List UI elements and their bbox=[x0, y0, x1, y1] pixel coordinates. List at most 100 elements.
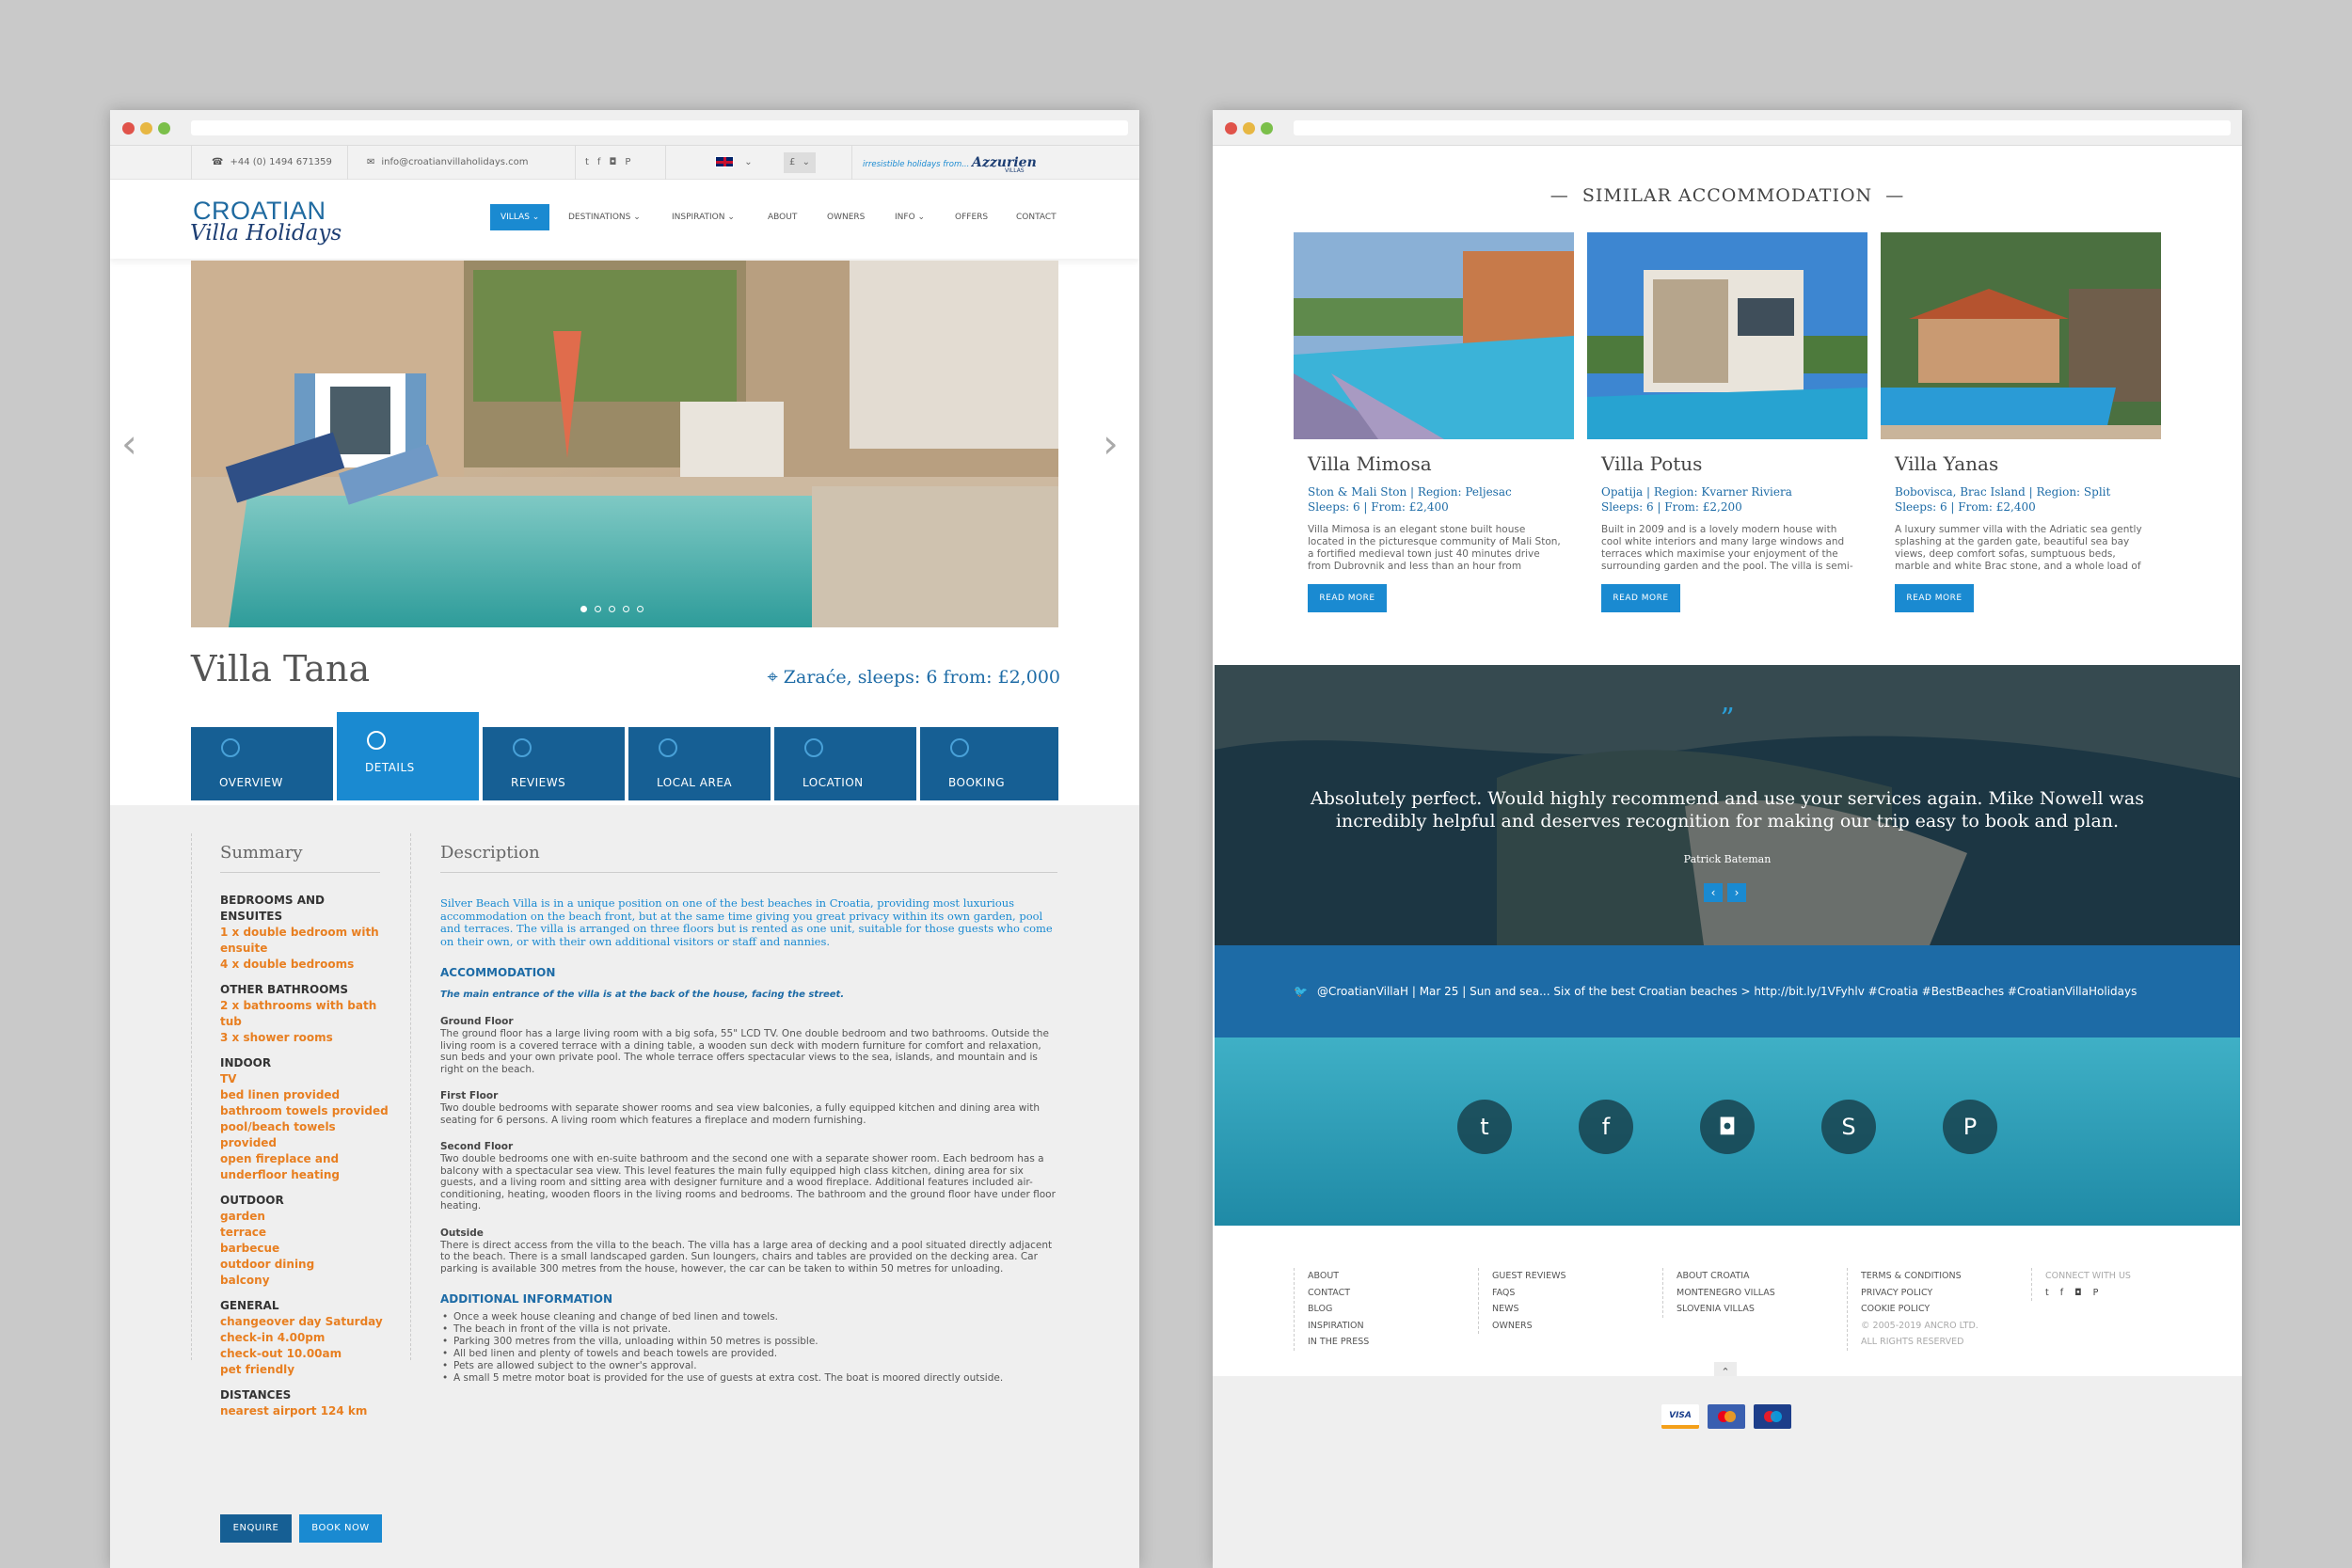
nav-contact[interactable]: CONTACT bbox=[1016, 204, 1057, 230]
facebook-icon[interactable]: f bbox=[1579, 1100, 1633, 1154]
nav-info[interactable]: INFO ⌄ bbox=[895, 204, 925, 230]
floor-text: There is direct access from the villa to… bbox=[440, 1239, 1053, 1275]
twitter-icon[interactable]: t bbox=[585, 157, 597, 167]
summary-value: barbecue bbox=[220, 1242, 280, 1255]
hero-dot[interactable] bbox=[580, 606, 587, 612]
pinterest-icon[interactable]: P bbox=[625, 157, 639, 167]
twitter-icon[interactable]: t bbox=[2045, 1288, 2060, 1298]
footer-link[interactable]: ABOUT bbox=[1308, 1268, 1369, 1285]
tab-details[interactable]: DETAILS bbox=[337, 712, 479, 800]
payment-methods: VISA bbox=[1213, 1376, 2242, 1568]
footer-link[interactable]: FAQS bbox=[1492, 1285, 1566, 1302]
maximize-window-button[interactable] bbox=[158, 122, 170, 135]
tab-overview[interactable]: OVERVIEW bbox=[191, 727, 333, 800]
footer-link[interactable]: COOKIE POLICY bbox=[1861, 1301, 1979, 1318]
address-bar[interactable] bbox=[1294, 120, 2231, 135]
hero-next-arrow[interactable]: › bbox=[1103, 420, 1119, 467]
footer-link[interactable]: TERMS & CONDITIONS bbox=[1861, 1268, 1979, 1285]
footer-link[interactable]: PRIVACY POLICY bbox=[1861, 1285, 1979, 1302]
facebook-icon[interactable]: f bbox=[597, 157, 610, 167]
read-more-button[interactable]: READ MORE bbox=[1601, 584, 1680, 612]
villa-card-description: Built in 2009 and is a lovely modern hou… bbox=[1601, 524, 1853, 572]
floor-label: Second Floor bbox=[440, 1141, 514, 1152]
hero-prev-arrow[interactable]: ‹ bbox=[121, 420, 137, 467]
maximize-window-button[interactable] bbox=[1261, 122, 1273, 135]
footer-column: ABOUT CONTACT BLOG INSPIRATION IN THE PR… bbox=[1294, 1268, 1369, 1351]
footer-social-icons: tf◘P bbox=[2045, 1285, 2131, 1302]
list-item: The beach in front of the villa is not p… bbox=[440, 1323, 1057, 1336]
villa-card[interactable]: Villa Mimosa Ston & Mali Ston | Region: … bbox=[1294, 232, 1574, 612]
hero-dot[interactable] bbox=[595, 606, 601, 612]
footer-link[interactable]: CONTACT bbox=[1308, 1285, 1369, 1302]
instagram-icon[interactable]: ◘ bbox=[2074, 1288, 2093, 1298]
villa-card[interactable]: Villa Yanas Bobovisca, Brac Island | Reg… bbox=[1881, 232, 2161, 612]
nav-owners[interactable]: OWNERS bbox=[827, 204, 865, 230]
tab-location[interactable]: LOCATION bbox=[774, 727, 916, 800]
floor-label: Ground Floor bbox=[440, 1016, 514, 1027]
overview-icon bbox=[221, 738, 240, 757]
summary-heading: OUTDOOR bbox=[220, 1194, 284, 1207]
testimonial-next-button[interactable]: › bbox=[1727, 883, 1746, 902]
tab-local-area[interactable]: LOCAL AREA bbox=[628, 727, 771, 800]
pinterest-icon[interactable]: P bbox=[2093, 1288, 2110, 1298]
villa-card-name[interactable]: Villa Yanas bbox=[1895, 452, 2161, 475]
accommodation-note: The main entrance of the villa is at the… bbox=[440, 990, 845, 1000]
summary-value: bed linen provided bbox=[220, 1088, 341, 1101]
instagram-icon[interactable]: ◘ bbox=[609, 157, 625, 167]
instagram-icon[interactable]: ◘ bbox=[1700, 1100, 1755, 1154]
description-title: Description bbox=[440, 843, 1057, 873]
villa-card-image[interactable] bbox=[1587, 232, 1867, 439]
email-link[interactable]: ✉ info@croatianvillaholidays.com bbox=[367, 146, 528, 180]
skype-icon[interactable]: S bbox=[1821, 1100, 1876, 1154]
read-more-button[interactable]: READ MORE bbox=[1308, 584, 1387, 612]
enquire-button[interactable]: ENQUIRE bbox=[220, 1514, 292, 1543]
villa-card[interactable]: Villa Potus Opatija | Region: Kvarner Ri… bbox=[1587, 232, 1867, 612]
tab-booking[interactable]: BOOKING bbox=[920, 727, 1058, 800]
testimonial-prev-button[interactable]: ‹ bbox=[1704, 883, 1723, 902]
logo-script[interactable]: Villa Holidays bbox=[190, 221, 342, 245]
currency-selector[interactable]: £ ⌄ bbox=[784, 152, 816, 173]
summary-value: pet friendly bbox=[220, 1363, 295, 1376]
latest-tweet-bar[interactable]: 🐦 @CroatianVillaH | Mar 25 | Sun and sea.… bbox=[1215, 945, 2240, 1037]
footer-link[interactable]: ABOUT CROATIA bbox=[1677, 1268, 1775, 1285]
twitter-icon[interactable]: t bbox=[1457, 1100, 1512, 1154]
language-selector[interactable]: ⌄ bbox=[715, 146, 753, 180]
close-window-button[interactable] bbox=[1225, 122, 1237, 135]
address-bar[interactable] bbox=[191, 120, 1128, 135]
footer-link[interactable]: SLOVENIA VILLAS bbox=[1677, 1301, 1775, 1318]
close-window-button[interactable] bbox=[122, 122, 135, 135]
nav-inspiration[interactable]: INSPIRATION ⌄ bbox=[672, 204, 735, 230]
nav-offers[interactable]: OFFERS bbox=[955, 204, 988, 230]
hero-dot[interactable] bbox=[637, 606, 644, 612]
summary-value: check-in 4.00pm bbox=[220, 1331, 326, 1344]
minimize-window-button[interactable] bbox=[140, 122, 152, 135]
footer-link[interactable]: OWNERS bbox=[1492, 1318, 1566, 1335]
footer-link[interactable]: BLOG bbox=[1308, 1301, 1369, 1318]
hero-dot[interactable] bbox=[623, 606, 629, 612]
footer-link[interactable]: GUEST REVIEWS bbox=[1492, 1268, 1566, 1285]
hero-dot[interactable] bbox=[609, 606, 615, 612]
tab-reviews[interactable]: REVIEWS bbox=[483, 727, 625, 800]
pinterest-icon[interactable]: P bbox=[1943, 1100, 1997, 1154]
nav-about[interactable]: ABOUT bbox=[768, 204, 797, 230]
villa-card-name[interactable]: Villa Potus bbox=[1601, 452, 1867, 475]
villa-card-image[interactable] bbox=[1294, 232, 1574, 439]
nav-destinations[interactable]: DESTINATIONS ⌄ bbox=[568, 204, 641, 230]
villa-card-image[interactable] bbox=[1881, 232, 2161, 439]
read-more-button[interactable]: READ MORE bbox=[1895, 584, 1974, 612]
footer-link[interactable]: INSPIRATION bbox=[1308, 1318, 1369, 1335]
villa-card-name[interactable]: Villa Mimosa bbox=[1308, 452, 1574, 475]
nav-villas[interactable]: VILLAS ⌄ bbox=[490, 204, 550, 230]
facebook-icon[interactable]: f bbox=[2060, 1288, 2074, 1298]
mastercard-icon bbox=[1708, 1404, 1745, 1429]
phone-link[interactable]: ☎ +44 (0) 1494 671359 bbox=[212, 146, 332, 180]
footer-link[interactable]: IN THE PRESS bbox=[1308, 1334, 1369, 1351]
summary-value: 4 x double bedrooms bbox=[220, 958, 355, 971]
minimize-window-button[interactable] bbox=[1243, 122, 1255, 135]
footer-link[interactable]: NEWS bbox=[1492, 1301, 1566, 1318]
villa-card-description: Villa Mimosa is an elegant stone built h… bbox=[1308, 524, 1561, 572]
summary-value: outdoor dining bbox=[220, 1258, 315, 1271]
social-links: tf◘P bbox=[585, 146, 639, 180]
footer-link[interactable]: MONTENEGRO VILLAS bbox=[1677, 1285, 1775, 1302]
book-now-button[interactable]: BOOK NOW bbox=[299, 1514, 382, 1543]
